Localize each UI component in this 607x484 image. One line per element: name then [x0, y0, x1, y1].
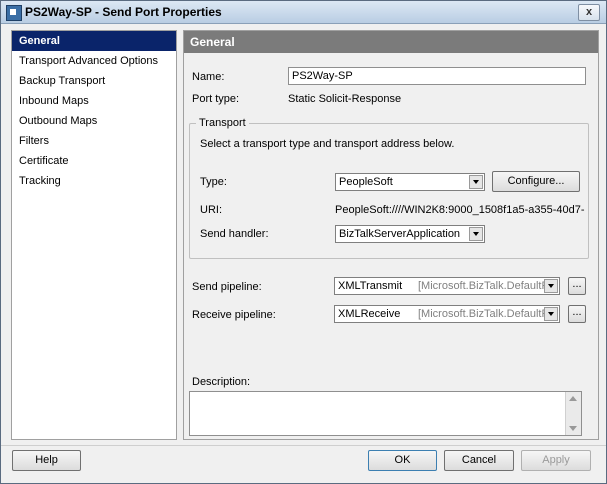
apply-button[interactable]: Apply: [521, 450, 591, 471]
send-pipeline-assembly: [Microsoft.BizTalk.DefaultPip: [418, 278, 557, 294]
transport-group: Transport Select a transport type and tr…: [189, 123, 589, 259]
nav-item-transport-advanced-options[interactable]: Transport Advanced Options: [12, 51, 176, 71]
chevron-down-icon: [469, 227, 483, 241]
close-button[interactable]: x: [578, 4, 600, 21]
transport-type-select[interactable]: PeopleSoft: [335, 173, 485, 191]
configure-button[interactable]: Configure...: [492, 171, 580, 192]
nav-item-certificate[interactable]: Certificate: [12, 151, 176, 171]
port-type-value: Static Solicit-Response: [288, 93, 401, 105]
nav-item-backup-transport[interactable]: Backup Transport: [12, 71, 176, 91]
send-pipeline-browse-button[interactable]: ...: [568, 277, 586, 295]
description-textarea[interactable]: [189, 391, 582, 436]
send-pipeline-name: XMLTransmit: [338, 280, 402, 292]
send-pipeline-select[interactable]: XMLTransmit [Microsoft.BizTalk.DefaultPi…: [334, 277, 560, 295]
port-type-label: Port type:: [192, 93, 239, 105]
cancel-button[interactable]: Cancel: [444, 450, 514, 471]
nav-item-inbound-maps[interactable]: Inbound Maps: [12, 91, 176, 111]
chevron-down-icon: [544, 279, 558, 293]
general-panel: General Name: PS2Way-SP Port type: Stati…: [183, 30, 599, 440]
nav-item-outbound-maps[interactable]: Outbound Maps: [12, 111, 176, 131]
uri-label: URI:: [200, 204, 222, 216]
receive-pipeline-name: XMLReceive: [338, 308, 400, 320]
nav-item-general[interactable]: General: [12, 31, 176, 51]
receive-pipeline-select[interactable]: XMLReceive [Microsoft.BizTalk.DefaultPip: [334, 305, 560, 323]
send-handler-value: BizTalkServerApplication: [339, 228, 460, 240]
description-scrollbar[interactable]: [565, 392, 581, 435]
panel-header: General: [184, 31, 598, 53]
transport-instruction: Select a transport type and transport ad…: [200, 138, 454, 150]
app-icon: [6, 5, 22, 21]
type-label: Type:: [200, 176, 227, 188]
window-title: PS2Way-SP - Send Port Properties: [25, 5, 222, 19]
chevron-down-icon: [544, 307, 558, 321]
ok-button[interactable]: OK: [368, 450, 437, 471]
transport-type-value: PeopleSoft: [339, 176, 393, 188]
receive-pipeline-label: Receive pipeline:: [192, 309, 276, 321]
title-bar: PS2Way-SP - Send Port Properties x: [1, 1, 606, 24]
description-label: Description:: [192, 376, 250, 388]
help-button[interactable]: Help: [12, 450, 81, 471]
name-label: Name:: [192, 71, 224, 83]
navigation-list: General Transport Advanced Options Backu…: [11, 30, 177, 440]
name-input[interactable]: PS2Way-SP: [288, 67, 586, 85]
send-handler-select[interactable]: BizTalkServerApplication: [335, 225, 485, 243]
uri-value: PeopleSoft:////WIN2K8:9000_1508f1a5-a355…: [335, 204, 585, 216]
chevron-down-icon: [469, 175, 483, 189]
nav-item-tracking[interactable]: Tracking: [12, 171, 176, 191]
footer-divider: [1, 445, 606, 446]
receive-pipeline-browse-button[interactable]: ...: [568, 305, 586, 323]
transport-legend: Transport: [196, 117, 249, 129]
send-pipeline-label: Send pipeline:: [192, 281, 262, 293]
nav-item-filters[interactable]: Filters: [12, 131, 176, 151]
receive-pipeline-assembly: [Microsoft.BizTalk.DefaultPip: [418, 306, 557, 322]
scroll-down-icon[interactable]: [569, 426, 577, 431]
send-port-properties-dialog: PS2Way-SP - Send Port Properties x Gener…: [0, 0, 607, 484]
send-handler-label: Send handler:: [200, 228, 269, 240]
scroll-up-icon[interactable]: [569, 396, 577, 401]
